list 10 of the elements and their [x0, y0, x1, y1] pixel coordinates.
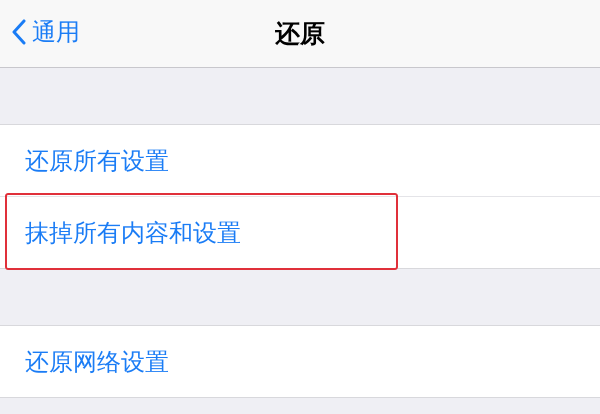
- settings-row[interactable]: 还原网络设置: [0, 326, 600, 397]
- row-label: 还原网络设置: [25, 346, 169, 378]
- back-label: 通用: [32, 17, 80, 48]
- chevron-left-icon: [12, 19, 26, 45]
- row-label: 抹掉所有内容和设置: [25, 218, 241, 248]
- page-title: 还原: [275, 18, 325, 50]
- row-label: 还原所有设置: [25, 146, 169, 176]
- settings-row[interactable]: 还原所有设置: [0, 125, 600, 196]
- settings-row[interactable]: 抹掉所有内容和设置: [0, 196, 600, 268]
- back-button[interactable]: 通用: [12, 16, 80, 48]
